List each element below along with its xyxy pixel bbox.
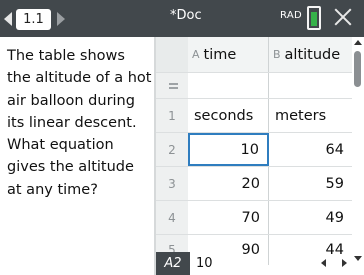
vertical-scrollbar[interactable]	[352, 37, 364, 264]
equals-icon	[169, 83, 178, 85]
cell-a4[interactable]: 70	[188, 201, 269, 234]
row-number[interactable]: 3	[156, 167, 188, 200]
row-number[interactable]: 1	[156, 99, 188, 132]
column-letter-b: B	[273, 48, 281, 61]
cell-b3[interactable]: 59	[269, 167, 352, 200]
cell-b2[interactable]: 64	[269, 133, 352, 166]
formula-cell-a[interactable]	[188, 73, 269, 98]
cell-a3[interactable]: 20	[188, 167, 269, 200]
table-row: 2 10 64	[156, 132, 352, 166]
cell-entry-input[interactable]: 10	[192, 252, 312, 275]
page-tab[interactable]: 1.1	[16, 9, 51, 30]
entry-left-arrow-icon[interactable]	[321, 259, 326, 267]
problem-text: The table shows the altitude of a hot ai…	[7, 48, 152, 198]
formula-cell-b[interactable]	[269, 73, 352, 98]
entry-right-arrow-icon[interactable]	[342, 259, 347, 267]
cell-a2-selected[interactable]: 10	[188, 133, 269, 166]
cell-a1[interactable]: seconds	[188, 99, 269, 132]
formula-row	[156, 73, 352, 98]
cell-reference-label: A2	[156, 252, 190, 275]
cell-b1[interactable]: meters	[269, 99, 352, 132]
close-icon[interactable]	[331, 4, 355, 28]
row-number[interactable]: 2	[156, 133, 188, 166]
document-title: *Doc	[170, 8, 202, 23]
scrollbar-thumb[interactable]	[354, 51, 361, 87]
row-number[interactable]: 4	[156, 201, 188, 234]
scroll-down-arrow-icon[interactable]	[354, 256, 362, 261]
cell-b4[interactable]: 49	[269, 201, 352, 234]
formula-row-header[interactable]	[156, 73, 188, 98]
table-row: 4 70 49	[156, 200, 352, 234]
column-name-b: altitude	[284, 46, 341, 63]
column-name-a: time	[203, 46, 237, 63]
next-page-arrow-icon[interactable]	[57, 12, 65, 26]
spreadsheet: A time B altitude 1 seconds meters 2 10 …	[156, 37, 364, 275]
top-bar: 1.1 *Doc RAD	[0, 0, 364, 37]
column-header-a[interactable]: A time	[188, 37, 269, 72]
corner-cell[interactable]	[156, 37, 188, 72]
angle-mode-indicator: RAD	[280, 10, 302, 21]
column-header-row: A time B altitude	[156, 37, 352, 73]
scroll-up-arrow-icon[interactable]	[354, 40, 362, 45]
previous-page-arrow-icon[interactable]	[4, 12, 12, 26]
battery-icon	[307, 6, 321, 30]
column-letter-a: A	[192, 48, 200, 61]
table-row: 1 seconds meters	[156, 98, 352, 132]
equals-icon	[169, 87, 178, 89]
table-row: 3 20 59	[156, 166, 352, 200]
battery-level	[311, 12, 317, 26]
column-header-b[interactable]: B altitude	[269, 37, 352, 72]
